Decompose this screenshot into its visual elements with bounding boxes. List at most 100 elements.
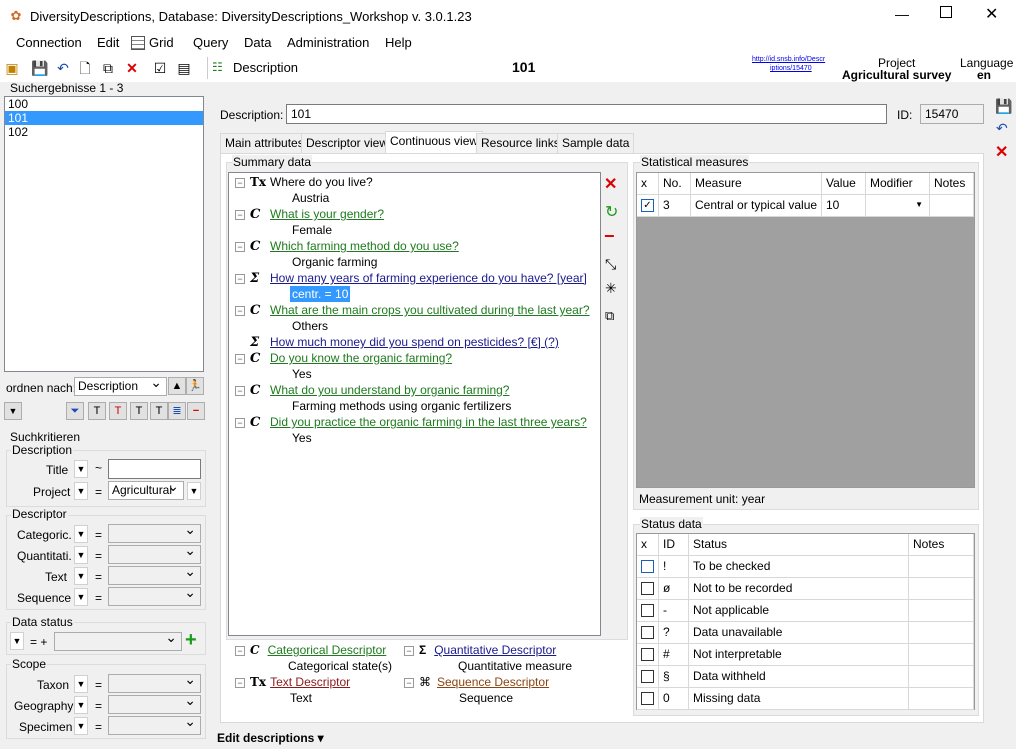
taxon-op-dropdown[interactable]: ▼	[74, 675, 88, 693]
remove-data-icon[interactable]: ✕	[604, 174, 617, 194]
tab-sample-data[interactable]: Sample data	[557, 133, 635, 153]
descriptions-link-2[interactable]: iptions/15470	[770, 65, 812, 72]
status-row-notes[interactable]	[909, 688, 974, 710]
status-row-notes[interactable]	[909, 644, 974, 666]
project-op-dropdown[interactable]: ▼	[74, 482, 88, 500]
status-row-checkbox[interactable]	[637, 688, 659, 710]
filter-icon[interactable]: ⏷	[66, 402, 84, 420]
list-item[interactable]: 101	[5, 111, 203, 125]
tree-state[interactable]: Farming methods using organic fertilizer…	[290, 398, 513, 414]
collapse-icon[interactable]: −	[235, 241, 245, 252]
sequence-op-dropdown[interactable]: ▼	[74, 588, 88, 606]
new-window-icon[interactable]: ▣	[2, 58, 22, 78]
tree-descriptor[interactable]: − C What do you understand by organic farm…	[235, 382, 509, 398]
tree-descriptor[interactable]: − C What are the main crops you cultivated…	[235, 302, 590, 318]
tree-descriptor[interactable]: − C Which farming method do you use?	[235, 238, 459, 254]
tab-descriptor-view[interactable]: Descriptor view	[301, 133, 394, 153]
categoric-select[interactable]	[108, 521, 201, 543]
menu-grid[interactable]: Grid	[149, 35, 174, 50]
sequence-select[interactable]	[108, 584, 201, 606]
data-status-select[interactable]	[54, 629, 182, 651]
taxon-select[interactable]	[108, 671, 201, 693]
add-filter-icon[interactable]: T	[130, 402, 148, 420]
status-row-checkbox[interactable]	[637, 666, 659, 688]
project-select[interactable]: Agricultural	[108, 478, 184, 500]
menu-edit[interactable]: Edit	[97, 35, 119, 50]
tree-descriptor-label[interactable]: What do you understand by organic farmin…	[270, 383, 509, 397]
geography-op-dropdown[interactable]: ▼	[74, 696, 88, 714]
minimize-button[interactable]: —	[895, 6, 909, 22]
copy-icon[interactable]: ⧉	[98, 58, 118, 78]
tree-descriptor[interactable]: − C What is your gender?	[235, 206, 384, 222]
save-icon[interactable]: 💾	[30, 58, 50, 78]
status-row-checkbox[interactable]	[637, 556, 659, 578]
tree-descriptor-label[interactable]: Did you practice the organic farming in …	[270, 415, 587, 429]
delete-icon[interactable]: ✕	[122, 58, 142, 78]
edit-descriptions-menu[interactable]: Edit descriptions ▾	[217, 731, 324, 745]
right-delete-icon[interactable]: ✕	[995, 142, 1008, 162]
stats-row-value[interactable]: 10	[822, 195, 866, 217]
tree-descriptor-label[interactable]: What are the main crops you cultivated d…	[270, 303, 590, 317]
import-list-icon[interactable]: T	[150, 402, 168, 420]
tree-state[interactable]: Austria	[290, 190, 331, 206]
stats-row-modifier[interactable]: ▼	[866, 195, 930, 217]
tree-descriptor[interactable]: − Tx Where do you live?	[235, 174, 373, 190]
tree-state[interactable]: Organic farming	[290, 254, 379, 270]
tree-descriptor[interactable]: − C Did you practice the organic farming i…	[235, 414, 587, 430]
tree-descriptor-label[interactable]: Which farming method do you use?	[270, 239, 459, 253]
menu-data[interactable]: Data	[244, 35, 271, 50]
list-item[interactable]: 102	[5, 125, 203, 139]
remove-icon[interactable]: −	[187, 402, 205, 420]
geography-select[interactable]	[108, 692, 201, 714]
list-view-icon[interactable]: ≣	[168, 402, 186, 420]
menu-administration[interactable]: Administration	[287, 35, 369, 50]
right-undo-icon[interactable]: ↶	[996, 120, 1008, 137]
tree-state[interactable]: Female	[290, 222, 334, 238]
tree-descriptor[interactable]: − Σ How many years of farming experience d…	[235, 270, 587, 286]
stats-row-notes[interactable]	[930, 195, 974, 217]
collapse-icon[interactable]: −	[235, 209, 245, 220]
close-button[interactable]: ✕	[985, 4, 998, 24]
menu-help[interactable]: Help	[385, 35, 412, 50]
title-op-dropdown[interactable]: ▼	[74, 460, 88, 478]
specimen-select[interactable]	[108, 713, 201, 735]
copy-tree-icon[interactable]: ⧉	[605, 308, 614, 324]
status-row-notes[interactable]	[909, 578, 974, 600]
quantitati-select[interactable]	[108, 542, 201, 564]
collapse-icon[interactable]: −	[235, 353, 245, 364]
title-input[interactable]	[108, 459, 201, 479]
undo-icon[interactable]: ↶	[53, 58, 73, 78]
status-row-checkbox[interactable]	[637, 578, 659, 600]
new-document-icon[interactable]: 🗋	[75, 58, 95, 78]
refresh-icon[interactable]: ↻	[605, 202, 618, 222]
text-op-dropdown[interactable]: ▼	[74, 567, 88, 585]
panel-icon[interactable]: ▤	[174, 58, 194, 78]
tree-descriptor-label[interactable]: What is your gender?	[270, 207, 384, 221]
collapse-icon[interactable]: −	[235, 417, 245, 428]
project-extra-dropdown[interactable]: ▼	[187, 482, 201, 500]
maximize-button[interactable]	[940, 6, 952, 18]
right-save-icon[interactable]: 💾	[995, 98, 1012, 115]
tree-state[interactable]: centr. = 10	[290, 286, 351, 302]
categoric-op-dropdown[interactable]: ▼	[74, 525, 88, 543]
data-status-op-dropdown[interactable]: ▼	[10, 632, 24, 650]
add-to-list-icon[interactable]: T	[88, 402, 106, 420]
menu-connection[interactable]: Connection	[16, 35, 82, 50]
specimen-op-dropdown[interactable]: ▼	[74, 717, 88, 735]
stats-row-measure[interactable]: Central or typical value (...	[691, 195, 822, 217]
tree-state[interactable]: Others	[290, 318, 330, 334]
collapse-icon[interactable]: −	[235, 177, 245, 188]
tab-continuous-view[interactable]: Continuous view	[385, 131, 484, 154]
text-select[interactable]	[108, 563, 201, 585]
tab-main-attributes[interactable]: Main attributes	[220, 133, 309, 153]
tree-descriptor-label[interactable]: How much money did you spend on pesticid…	[270, 335, 559, 349]
quantitati-op-dropdown[interactable]: ▼	[74, 546, 88, 564]
tree-descriptor-label[interactable]: Where do you live?	[270, 175, 373, 189]
tree-descriptor[interactable]: Σ How much money did you spend on pestici…	[235, 334, 559, 350]
minus-icon[interactable]: −	[604, 226, 615, 247]
list-item[interactable]: 100	[5, 97, 203, 111]
status-row-checkbox[interactable]	[637, 600, 659, 622]
collapse-icon[interactable]: ✳	[605, 280, 617, 297]
status-row-checkbox[interactable]	[637, 644, 659, 666]
tree-state[interactable]: Yes	[290, 366, 314, 382]
